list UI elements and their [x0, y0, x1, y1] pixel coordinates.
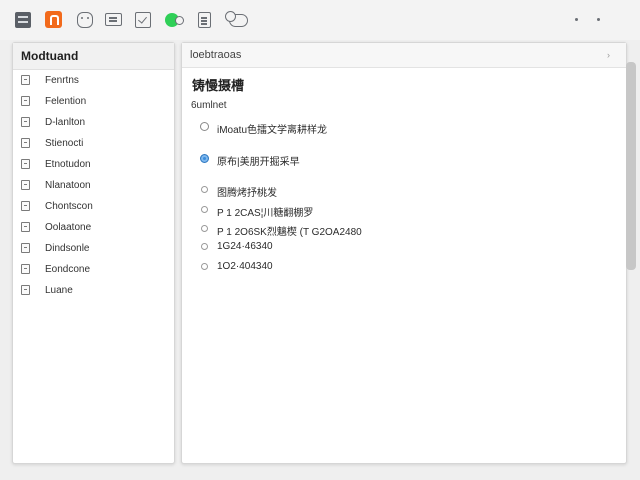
breadcrumb-label: loebtraoas — [190, 49, 242, 61]
screen-icon[interactable] — [105, 13, 122, 26]
sidebar-item[interactable]: Etnotudon — [13, 154, 174, 175]
grid-icon[interactable] — [15, 12, 31, 28]
section-subtitle: 6umlnet — [191, 100, 227, 111]
file-icon — [21, 201, 30, 211]
dot-icon[interactable] — [575, 18, 578, 21]
sidebar-item[interactable]: Stienocti — [13, 133, 174, 154]
section-title: 铸慢摄槽 — [192, 78, 245, 93]
radio-label: iMoatu色擂文学离耕样龙 — [217, 125, 328, 136]
scrollbar[interactable] — [626, 62, 636, 270]
sidebar-item[interactable]: Eondcone — [13, 259, 174, 280]
radio-button[interactable] — [200, 122, 209, 131]
radio-label: 原布|美朋开掘采早 — [217, 157, 300, 168]
sidebar-item-label: Eondcone — [45, 264, 91, 275]
radio-label: P 1 2O6SK烈魑楔 (T G2OA2480 — [217, 227, 362, 238]
file-icon — [21, 285, 30, 295]
radio-label: 1G24·46340 — [217, 241, 273, 252]
file-icon — [21, 117, 30, 127]
radio-label: P 1 2CAS¦川糖翻棚罗 — [217, 208, 314, 219]
sidebar-item[interactable]: Chontscon — [13, 196, 174, 217]
sidebar-item[interactable]: Oolaatone — [13, 217, 174, 238]
radio-label: 图腾烤抒桃发 — [217, 188, 277, 199]
radio-button[interactable] — [201, 206, 208, 213]
chat-icon[interactable] — [225, 11, 248, 27]
radio-button[interactable] — [201, 263, 208, 270]
sidebar-item[interactable]: Dindsonle — [13, 238, 174, 259]
sidebar-item-label: Stienocti — [45, 138, 84, 149]
radio-button[interactable] — [201, 243, 208, 250]
radio-button[interactable] — [201, 186, 208, 193]
sidebar-item-label: Nlanatoon — [45, 180, 91, 191]
file-icon — [21, 180, 30, 190]
sidebar-item-label: Felention — [45, 96, 87, 107]
file-icon — [21, 138, 30, 148]
file-icon — [21, 222, 30, 232]
file-icon — [21, 96, 30, 106]
file-icon — [21, 159, 30, 169]
chevron-right-icon[interactable]: › — [607, 43, 610, 67]
document-icon[interactable] — [198, 12, 211, 28]
radio-button-selected[interactable] — [200, 154, 209, 163]
file-icon — [21, 75, 30, 85]
app-icon[interactable] — [45, 11, 62, 28]
file-icon — [21, 243, 30, 253]
sidebar-item-label: D-lanlton — [45, 117, 86, 128]
sidebar-item-label: Dindsonle — [45, 243, 90, 254]
sidebar: Modtuand Fenrtns Felention D-lanlton Sti… — [12, 42, 175, 464]
breadcrumb: loebtraoas › — [182, 43, 626, 68]
sidebar-item[interactable]: Nlanatoon — [13, 175, 174, 196]
sidebar-item[interactable]: Luane — [13, 280, 174, 301]
radio-label: 1O2·404340 — [217, 261, 273, 272]
sidebar-item[interactable]: Fenrtns — [13, 70, 174, 91]
sidebar-item-label: Chontscon — [45, 201, 93, 212]
sidebar-item[interactable]: D-lanlton — [13, 112, 174, 133]
check-icon[interactable] — [135, 12, 151, 28]
sidebar-item-label: Fenrtns — [45, 75, 79, 86]
sidebar-item[interactable]: Felention — [13, 91, 174, 112]
sidebar-item-label: Oolaatone — [45, 222, 92, 233]
sidebar-title: Modtuand — [13, 43, 174, 70]
radio-button[interactable] — [201, 225, 208, 232]
main-panel: loebtraoas › 铸慢摄槽 6umlnet iMoatu色擂文学离耕样龙… — [181, 42, 627, 464]
sidebar-item-label: Luane — [45, 285, 73, 296]
sidebar-list: Fenrtns Felention D-lanlton Stienocti Et… — [13, 70, 174, 301]
face-icon[interactable] — [77, 12, 93, 28]
sidebar-item-label: Etnotudon — [45, 159, 91, 170]
status-ring-icon — [175, 16, 184, 25]
dot-icon[interactable] — [597, 18, 600, 21]
file-icon — [21, 264, 30, 274]
toolbar — [0, 0, 640, 40]
